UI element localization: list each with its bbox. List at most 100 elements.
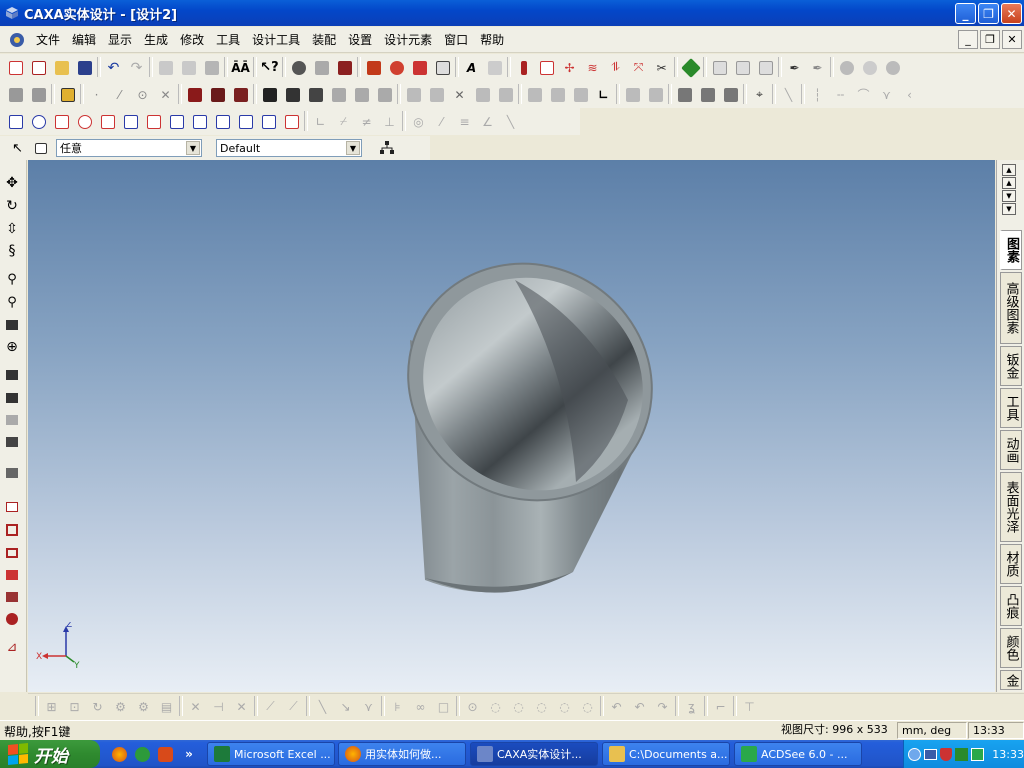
open-file-icon[interactable] bbox=[51, 57, 73, 79]
grid-1-icon[interactable] bbox=[709, 57, 731, 79]
task-caxa[interactable]: CAXA实体设计... bbox=[470, 742, 598, 766]
menu-window[interactable]: 窗口 bbox=[438, 31, 474, 48]
tab-advanced-primitives[interactable]: 高级图素 bbox=[1000, 272, 1022, 344]
menu-tools[interactable]: 工具 bbox=[210, 31, 246, 48]
scroll-down-icon[interactable]: ▼ bbox=[1002, 190, 1016, 202]
sketch-arc-icon[interactable]: ⌒ bbox=[853, 84, 875, 106]
doc-restore-button[interactable]: ❐ bbox=[980, 30, 1000, 49]
sheet-icon[interactable] bbox=[57, 84, 79, 106]
new-design-icon[interactable] bbox=[5, 57, 27, 79]
table-icon[interactable]: ⊤ bbox=[739, 696, 761, 718]
scroll-up-icon[interactable]: ▲ bbox=[1002, 177, 1016, 189]
boolean-1-icon[interactable] bbox=[403, 84, 425, 106]
shade-1-icon[interactable] bbox=[674, 84, 696, 106]
minimize-button[interactable]: _ bbox=[955, 3, 976, 24]
mirror-icon[interactable]: ≋ bbox=[582, 57, 604, 79]
anchor-icon[interactable]: ✢ bbox=[559, 57, 581, 79]
sketch-angle-icon[interactable]: ⋎ bbox=[876, 84, 898, 106]
spin-primitive-icon[interactable] bbox=[166, 111, 188, 133]
redo-icon[interactable]: ↷ bbox=[126, 57, 148, 79]
chamfer-icon[interactable] bbox=[207, 84, 229, 106]
node-1-icon[interactable]: ⊧ bbox=[387, 696, 409, 718]
scene-icon[interactable] bbox=[334, 57, 356, 79]
sketch-diag-icon[interactable]: ╲ bbox=[500, 111, 522, 133]
menu-assembly[interactable]: 装配 bbox=[306, 31, 342, 48]
rotate-tool-icon[interactable] bbox=[311, 57, 333, 79]
design-viewport[interactable]: Z X Y bbox=[28, 160, 995, 692]
start-button[interactable]: 开始 bbox=[0, 740, 100, 768]
section-icon[interactable] bbox=[3, 521, 21, 539]
boolean-5-icon[interactable] bbox=[495, 84, 517, 106]
wedge-primitive-icon[interactable] bbox=[120, 111, 142, 133]
arc-3-icon[interactable]: ↷ bbox=[652, 696, 674, 718]
paint-icon[interactable]: ✒ bbox=[807, 57, 829, 79]
undo-icon[interactable]: ↶ bbox=[103, 57, 125, 79]
view-3-icon[interactable] bbox=[570, 84, 592, 106]
chevron-down-icon[interactable]: ▼ bbox=[186, 141, 200, 155]
menu-design-elements[interactable]: 设计元素 bbox=[378, 31, 438, 48]
snap-2-icon[interactable] bbox=[645, 84, 667, 106]
menu-generate[interactable]: 生成 bbox=[138, 31, 174, 48]
zoom-icon[interactable]: ⚲ bbox=[3, 270, 21, 288]
texture-icon[interactable] bbox=[859, 57, 881, 79]
task-explorer[interactable]: C:\Documents a... bbox=[602, 742, 730, 766]
shade-3-icon[interactable] bbox=[720, 84, 742, 106]
node-3-icon[interactable]: □ bbox=[433, 696, 455, 718]
shape-1-icon[interactable]: ⊞ bbox=[41, 696, 63, 718]
tab-material[interactable]: 材质 bbox=[1000, 544, 1022, 584]
corner-icon[interactable]: ⌐ bbox=[710, 696, 732, 718]
custom-primitive-icon[interactable] bbox=[143, 111, 165, 133]
task-acdsee[interactable]: ACDSee 6.0 - ... bbox=[734, 742, 862, 766]
shape-4-icon[interactable]: ⚙ bbox=[133, 696, 155, 718]
shape-2-icon[interactable]: ⊡ bbox=[64, 696, 86, 718]
distribute-icon[interactable]: ⤧ bbox=[628, 57, 650, 79]
delete-3-icon[interactable]: ✕ bbox=[231, 696, 253, 718]
network-icon[interactable] bbox=[923, 746, 938, 762]
tab-tools[interactable]: 工具 bbox=[1000, 388, 1022, 428]
no-entry-icon[interactable] bbox=[3, 610, 21, 628]
dimension-icon[interactable] bbox=[484, 57, 506, 79]
sphere-primitive-icon[interactable] bbox=[74, 111, 96, 133]
delete-2-icon[interactable]: ⊣ bbox=[208, 696, 230, 718]
helix-primitive-icon[interactable] bbox=[235, 111, 257, 133]
task-firefox[interactable]: 用实体如何做... bbox=[338, 742, 466, 766]
grid-3-icon[interactable] bbox=[755, 57, 777, 79]
section-2-icon[interactable] bbox=[3, 544, 21, 562]
walk-icon[interactable]: § bbox=[3, 242, 21, 260]
target-icon[interactable]: ⊕ bbox=[3, 338, 21, 356]
circle-5-icon[interactable]: ◌ bbox=[554, 696, 576, 718]
point-icon[interactable]: · bbox=[86, 84, 108, 106]
select-arrow-icon[interactable]: ↖ bbox=[7, 137, 29, 159]
block-primitive-icon[interactable] bbox=[5, 111, 27, 133]
align-icon[interactable]: ⥮ bbox=[605, 57, 627, 79]
shell-icon[interactable] bbox=[230, 84, 252, 106]
line-2-icon[interactable]: ↘ bbox=[335, 696, 357, 718]
view-2-icon[interactable] bbox=[547, 84, 569, 106]
task-excel[interactable]: Microsoft Excel ... bbox=[207, 742, 335, 766]
loft-icon[interactable] bbox=[432, 57, 454, 79]
circle-3-icon[interactable]: ◌ bbox=[508, 696, 530, 718]
tool-primitive-icon[interactable] bbox=[281, 111, 303, 133]
menu-display[interactable]: 显示 bbox=[102, 31, 138, 48]
line-3-icon[interactable]: ⋎ bbox=[358, 696, 380, 718]
measure-icon[interactable]: ⌖ bbox=[749, 84, 771, 106]
find-icon[interactable]: ĀĀ bbox=[230, 57, 252, 79]
grid-2-icon[interactable] bbox=[732, 57, 754, 79]
quicklaunch-expand-icon[interactable]: » bbox=[180, 745, 198, 763]
sweep-icon[interactable] bbox=[409, 57, 431, 79]
shape-5-icon[interactable]: ▤ bbox=[156, 696, 178, 718]
menu-help[interactable]: 帮助 bbox=[474, 31, 510, 48]
tab-emboss[interactable]: 凸痕 bbox=[1000, 586, 1022, 626]
face-move-icon[interactable] bbox=[282, 84, 304, 106]
menu-settings[interactable]: 设置 bbox=[342, 31, 378, 48]
thread-primitive-icon[interactable] bbox=[258, 111, 280, 133]
block-gray-2-icon[interactable] bbox=[28, 84, 50, 106]
paste-icon[interactable] bbox=[201, 57, 223, 79]
point-tool-icon[interactable] bbox=[513, 57, 535, 79]
dynamic-rotate-icon[interactable]: ⇳ bbox=[3, 220, 21, 238]
face-patch-icon[interactable] bbox=[374, 84, 396, 106]
select-1-icon[interactable]: ⟋ bbox=[260, 696, 282, 718]
caxa-app-icon[interactable] bbox=[4, 5, 20, 21]
messenger-quicklaunch-icon[interactable] bbox=[133, 745, 151, 763]
sketch-perp-icon[interactable]: ⊥ bbox=[379, 111, 401, 133]
